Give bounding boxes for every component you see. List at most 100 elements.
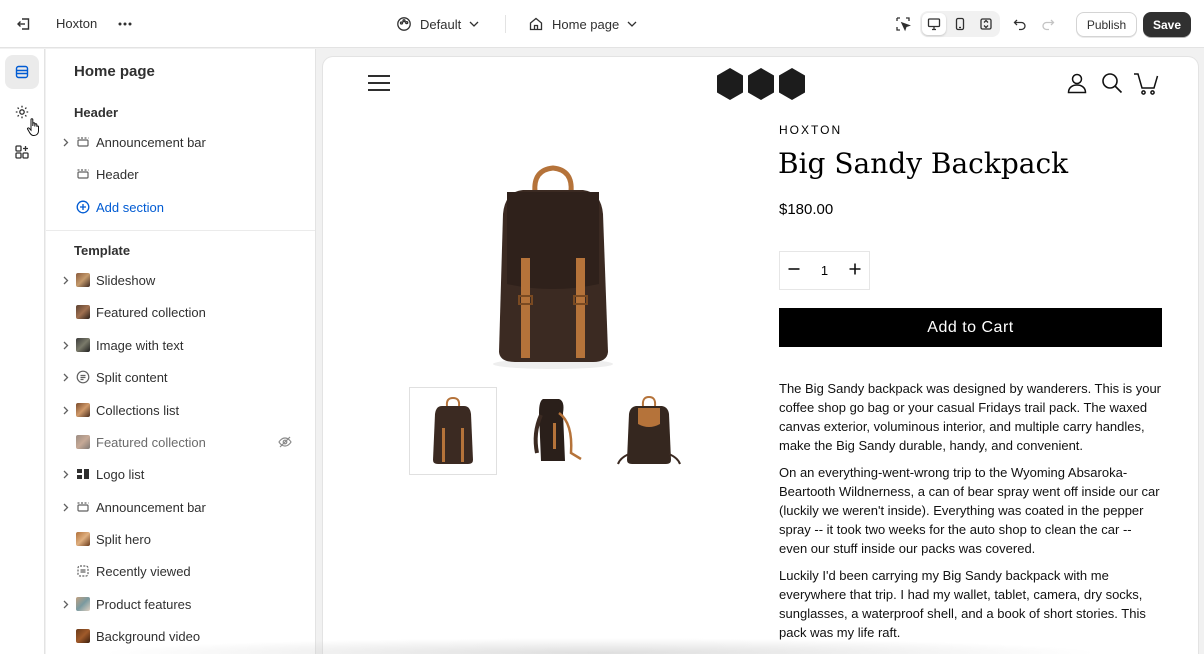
chevron-right-icon[interactable] (60, 468, 72, 480)
undo-icon (1013, 19, 1026, 31)
exit-button[interactable] (12, 12, 36, 36)
editor-topbar: Hoxton Default Home page Publish Save (0, 0, 1204, 48)
undo-button[interactable] (1010, 12, 1030, 36)
store-name[interactable]: Hoxton (56, 16, 97, 31)
fullscreen-view-button[interactable] (974, 13, 998, 35)
chevron-down-icon (627, 21, 637, 27)
group-title-template: Template (74, 243, 131, 258)
section-item-label: Featured collection (96, 304, 206, 320)
section-item[interactable]: Split content (60, 363, 310, 391)
product-thumbnail-front[interactable] (409, 387, 497, 475)
page-selector[interactable]: Home page (528, 13, 637, 35)
layout-section-icon (76, 135, 90, 149)
background-video-thumbnail (76, 629, 90, 643)
section-item[interactable]: Product features (60, 590, 310, 618)
chevron-right-icon[interactable] (60, 136, 72, 148)
more-actions-button[interactable] (114, 12, 136, 36)
section-item-label: Collections list (96, 402, 180, 418)
add-section-label: Add section (96, 199, 164, 215)
slideshow-thumbnail (76, 273, 90, 287)
product-features-thumbnail (76, 597, 90, 611)
chevron-right-icon[interactable] (60, 404, 72, 416)
layout-section-icon (76, 500, 90, 514)
fullscreen-icon (980, 18, 992, 30)
group-title-header: Header (74, 105, 119, 120)
description-paragraph: The Big Sandy backpack was designed by w… (779, 381, 1162, 453)
apps-icon (15, 145, 29, 159)
section-item[interactable]: Split hero (60, 525, 310, 553)
section-item-label: Split content (96, 369, 168, 385)
section-item-label: Logo list (96, 466, 145, 482)
topbar-divider (505, 15, 506, 33)
product-thumbnail-side[interactable] (509, 387, 597, 475)
section-item-label: Split hero (96, 531, 151, 547)
split-hero-thumbnail (76, 532, 90, 546)
inspector-toggle[interactable] (892, 12, 914, 36)
chevron-right-icon[interactable] (60, 598, 72, 610)
description-paragraph: On an everything-went-wrong trip to the … (779, 465, 1160, 556)
redo-button[interactable] (1038, 12, 1058, 36)
add-to-cart-button[interactable]: Add to Cart (779, 308, 1162, 347)
chevron-right-icon[interactable] (60, 371, 72, 383)
sections-tab-button[interactable] (5, 55, 39, 89)
save-button[interactable]: Save (1143, 12, 1191, 37)
chevron-right-icon[interactable] (60, 501, 72, 513)
desktop-icon (927, 18, 941, 31)
section-item[interactable]: Header (60, 160, 310, 188)
desktop-view-button[interactable] (922, 13, 946, 35)
eye-off-icon[interactable] (278, 435, 292, 452)
plus-icon[interactable] (849, 263, 861, 278)
section-item[interactable]: Featured collection (60, 298, 310, 326)
home-icon (529, 17, 543, 31)
mobile-view-button[interactable] (948, 13, 972, 35)
section-item[interactable]: Collections list (60, 396, 310, 424)
description-paragraph: Luckily I'd been carrying my Big Sandy b… (779, 568, 1146, 640)
product-main-image[interactable] (473, 162, 633, 372)
product-vendor[interactable]: HOXTON (779, 123, 842, 137)
chevron-down-icon (469, 21, 479, 27)
theme-style-selector[interactable]: Default (396, 13, 479, 35)
section-item[interactable]: Announcement bar (60, 128, 310, 156)
menu-icon[interactable] (368, 74, 390, 95)
publish-button[interactable]: Publish (1076, 12, 1137, 37)
layout-section-icon (76, 167, 90, 181)
section-item-label: Recently viewed (96, 563, 191, 579)
section-item-label: Background video (96, 628, 201, 644)
quantity-value[interactable]: 1 (821, 263, 828, 278)
redo-icon (1042, 19, 1055, 31)
product-description: The Big Sandy backpack was designed by w… (779, 379, 1162, 650)
add-circle-icon (76, 200, 90, 214)
section-item[interactable]: Logo list (60, 460, 310, 488)
hand-pointer-icon (26, 117, 42, 140)
page-selector-label: Home page (552, 16, 620, 32)
chevron-right-icon[interactable] (60, 274, 72, 286)
account-icon[interactable] (1066, 72, 1088, 97)
editor-icon-rail (0, 49, 45, 654)
device-preview-group (920, 11, 1000, 37)
mobile-icon (955, 17, 965, 31)
section-item-label: Slideshow (96, 272, 156, 288)
search-icon[interactable] (1101, 72, 1123, 97)
add-section-button[interactable]: Add section (60, 193, 310, 221)
collections-list-thumbnail (76, 403, 90, 417)
product-price: $180.00 (779, 201, 834, 218)
apps-tab-button[interactable] (5, 135, 39, 169)
section-item[interactable]: Slideshow (60, 266, 310, 294)
section-item-hidden[interactable]: Featured collection (60, 428, 310, 456)
product-thumbnail-back[interactable] (605, 387, 693, 475)
sidebar-divider (46, 230, 315, 231)
quantity-stepper[interactable]: 1 (779, 251, 870, 290)
store-logo[interactable] (715, 67, 807, 104)
storefront-preview[interactable]: HOXTON Big Sandy Backpack $180.00 1 Add … (323, 57, 1198, 654)
section-item[interactable]: Announcement bar (60, 493, 310, 521)
cart-icon[interactable] (1133, 72, 1159, 99)
section-item-label: Announcement bar (96, 499, 206, 515)
section-item[interactable]: Image with text (60, 331, 310, 359)
palette-icon (397, 17, 411, 31)
product-title[interactable]: Big Sandy Backpack (778, 147, 1068, 180)
chevron-right-icon[interactable] (60, 339, 72, 351)
featured-collection-thumbnail (76, 435, 90, 449)
section-item-label: Header (96, 166, 139, 182)
section-item[interactable]: Recently viewed (60, 557, 310, 585)
minus-icon[interactable] (788, 263, 800, 278)
